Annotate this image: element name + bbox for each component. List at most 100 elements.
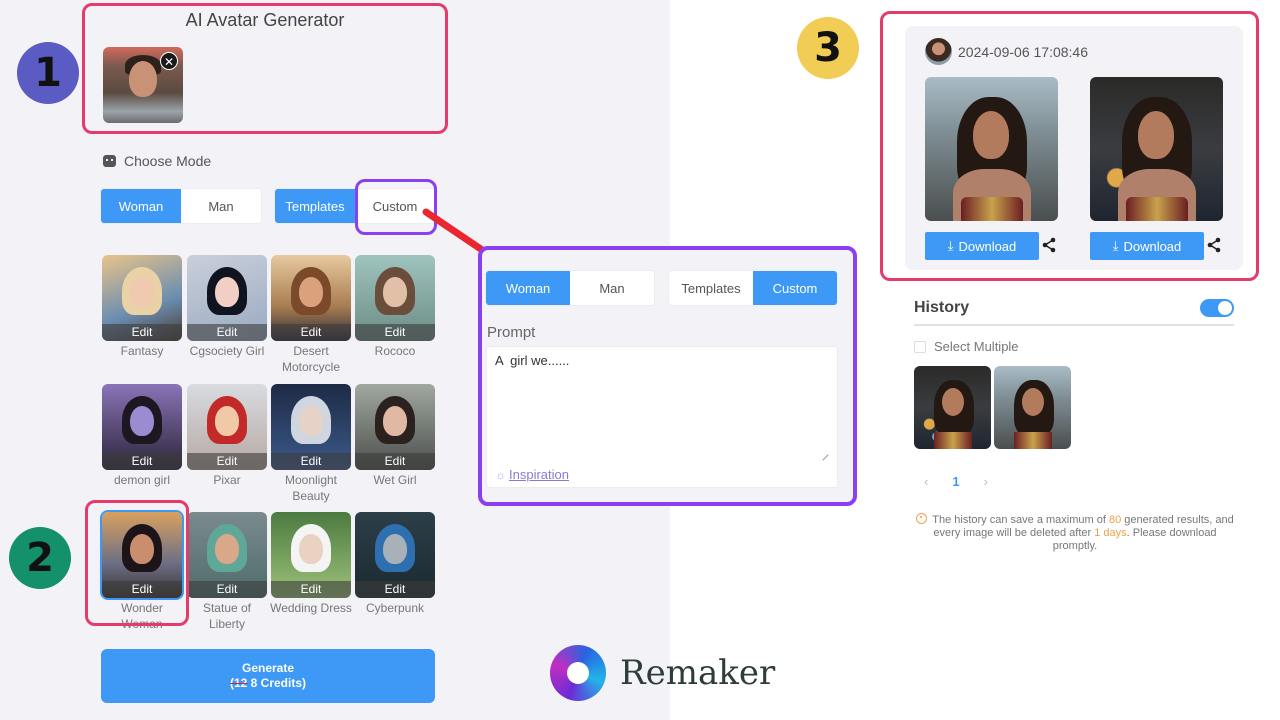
template-label: Desert Motorcycle xyxy=(281,344,340,374)
template-thumbnail[interactable]: Edit xyxy=(102,512,182,598)
template-face xyxy=(130,277,154,307)
template-thumbnail[interactable]: Edit xyxy=(271,384,351,470)
template-face xyxy=(383,406,407,436)
template-edit-button[interactable]: Edit xyxy=(271,581,351,598)
template-card[interactable]: Edit Fantasy xyxy=(101,255,183,359)
image-face xyxy=(973,111,1009,159)
template-card[interactable]: Edit Pixar xyxy=(186,384,268,488)
gender-woman-button[interactable]: Woman xyxy=(101,189,181,223)
image-armor xyxy=(961,197,1023,221)
template-card[interactable]: Edit Moonlight Beauty xyxy=(270,384,352,504)
template-card[interactable]: Edit Cyberpunk xyxy=(354,512,436,616)
mode-templates-button[interactable]: Templates xyxy=(275,189,355,223)
template-thumbnail[interactable]: Edit xyxy=(187,384,267,470)
prompt-label: Prompt xyxy=(487,324,536,341)
template-label: Wet Girl xyxy=(373,473,417,487)
template-card[interactable]: Edit Wonder Woman xyxy=(101,512,183,632)
history-toggle[interactable] xyxy=(1200,299,1234,317)
template-thumbnail[interactable]: Edit xyxy=(187,255,267,341)
pager-next-button[interactable]: › xyxy=(984,474,988,489)
template-label: Wedding Dress xyxy=(270,601,352,615)
template-thumbnail[interactable]: Edit xyxy=(355,384,435,470)
generate-label: Generate xyxy=(241,661,295,675)
template-label: Moonlight Beauty xyxy=(284,473,338,503)
template-card[interactable]: Edit Statue of Liberty xyxy=(186,512,268,632)
template-label: Fantasy xyxy=(120,344,164,358)
old-credits: (12 xyxy=(229,676,248,690)
custom-gender-woman-button[interactable]: Woman xyxy=(486,271,570,305)
share-icon[interactable] xyxy=(1206,237,1222,253)
image-face xyxy=(942,388,964,416)
result-timestamp: 2024-09-06 17:08:46 xyxy=(958,43,1088,60)
history-thumbnail[interactable] xyxy=(914,366,991,449)
download-button-1[interactable]: ⤓ Download xyxy=(925,232,1039,260)
template-card[interactable]: Edit Wet Girl xyxy=(354,384,436,488)
notice-text: The history can save a maximum of xyxy=(932,514,1109,526)
template-thumbnail[interactable]: Edit xyxy=(102,255,182,341)
gender-man-button[interactable]: Man xyxy=(181,189,261,223)
notice-max-results: 80 xyxy=(1108,514,1122,526)
notice-retention: 1 days xyxy=(1094,527,1127,539)
image-face xyxy=(1022,388,1044,416)
history-notice: The history can save a maximum of 80 gen… xyxy=(914,513,1236,553)
template-face xyxy=(299,406,323,436)
generate-button[interactable]: Generate (12 8 Credits) xyxy=(101,649,435,703)
brand-name: Remaker xyxy=(620,653,776,693)
template-edit-button[interactable]: Edit xyxy=(187,453,267,470)
result-image-2[interactable] xyxy=(1090,77,1223,221)
template-edit-button[interactable]: Edit xyxy=(355,453,435,470)
template-edit-button[interactable]: Edit xyxy=(102,324,182,341)
template-label: Rococo xyxy=(374,344,416,358)
template-edit-button[interactable]: Edit xyxy=(102,453,182,470)
download-icon: ⤓ xyxy=(947,238,954,253)
inspiration-link[interactable]: Inspiration xyxy=(509,467,569,482)
custom-templates-button[interactable]: Templates xyxy=(669,271,753,305)
info-icon xyxy=(916,513,928,524)
result-image-1[interactable] xyxy=(925,77,1058,221)
template-edit-button[interactable]: Edit xyxy=(271,453,351,470)
template-thumbnail[interactable]: Edit xyxy=(102,384,182,470)
select-multiple[interactable]: Select Multiple xyxy=(914,339,1019,354)
select-multiple-checkbox[interactable] xyxy=(914,340,926,353)
template-edit-button[interactable]: Edit xyxy=(355,324,435,341)
remove-photo-button[interactable]: ✕ xyxy=(160,52,178,70)
image-face xyxy=(1138,111,1174,159)
template-label: Cyberpunk xyxy=(365,601,425,615)
template-thumbnail[interactable]: Edit xyxy=(271,255,351,341)
template-card[interactable]: Edit demon girl xyxy=(101,384,183,488)
generate-credits: (12 8 Credits) xyxy=(101,676,435,691)
template-edit-button[interactable]: Edit xyxy=(102,581,182,598)
template-card[interactable]: Edit Cgsociety Girl xyxy=(186,255,268,359)
choose-mode-label: Choose Mode xyxy=(124,153,212,169)
template-label: demon girl xyxy=(113,473,171,487)
custom-custom-button[interactable]: Custom xyxy=(753,271,837,305)
template-card[interactable]: Edit Desert Motorcycle xyxy=(270,255,352,375)
pagination: ‹ 1 › xyxy=(924,474,988,489)
download-button-2[interactable]: ⤓ Download xyxy=(1090,232,1204,260)
template-face xyxy=(215,406,239,436)
template-face xyxy=(299,534,323,564)
mode-selector: Templates Custom xyxy=(275,189,435,223)
template-edit-button[interactable]: Edit xyxy=(187,324,267,341)
template-card[interactable]: Edit Wedding Dress xyxy=(270,512,352,616)
annotation-badge-2: 2 xyxy=(9,527,71,589)
history-thumbnail[interactable] xyxy=(994,366,1071,449)
pager-page-1[interactable]: 1 xyxy=(952,474,959,489)
pager-prev-button[interactable]: ‹ xyxy=(924,474,928,489)
template-thumbnail[interactable]: Edit xyxy=(187,512,267,598)
template-label: Wonder Woman xyxy=(121,601,163,631)
share-icon[interactable] xyxy=(1041,237,1057,253)
template-label: Statue of Liberty xyxy=(202,601,252,631)
template-edit-button[interactable]: Edit xyxy=(355,581,435,598)
template-face xyxy=(130,534,154,564)
annotation-badge-3: 3 xyxy=(797,17,859,79)
history-title: History xyxy=(914,299,970,316)
prompt-box: A girl we...... ☼ Inspiration xyxy=(486,346,838,488)
template-edit-button[interactable]: Edit xyxy=(187,581,267,598)
template-face xyxy=(215,534,239,564)
template-thumbnail[interactable]: Edit xyxy=(355,512,435,598)
template-thumbnail[interactable]: Edit xyxy=(271,512,351,598)
custom-gender-man-button[interactable]: Man xyxy=(570,271,654,305)
prompt-input[interactable]: A girl we...... xyxy=(495,353,825,457)
template-edit-button[interactable]: Edit xyxy=(271,324,351,341)
